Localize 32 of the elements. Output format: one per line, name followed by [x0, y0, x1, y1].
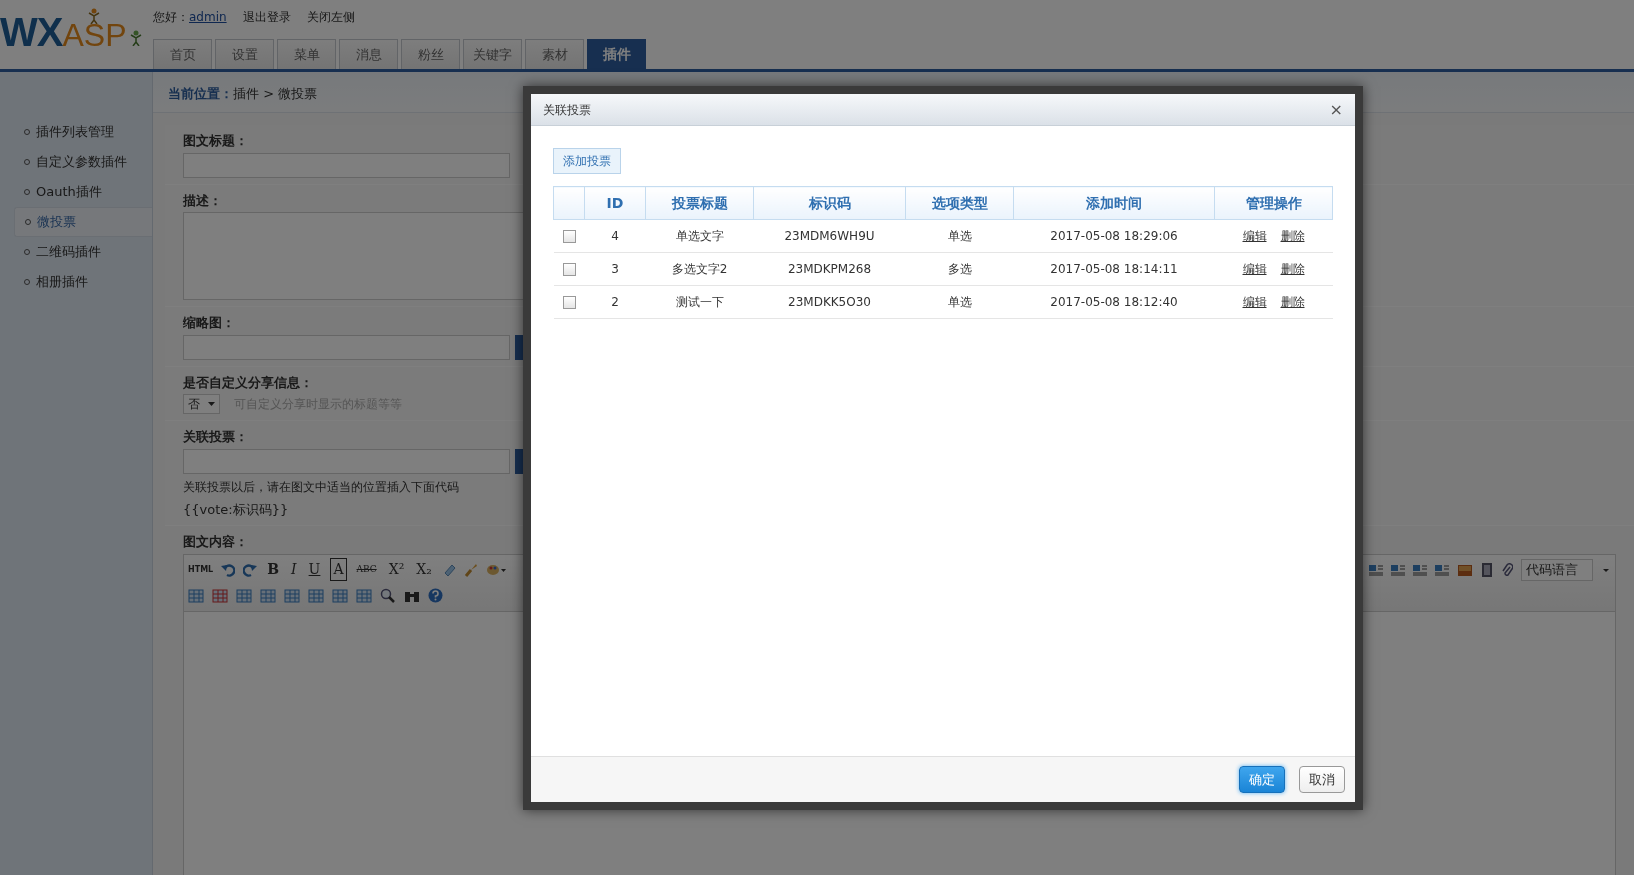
greeting-text: 您好：: [153, 10, 189, 24]
field-label: 缩略图：: [183, 314, 235, 332]
table-cell: 2017-05-08 18:12:40: [1013, 285, 1215, 319]
table-cell: 测试一下: [645, 285, 754, 319]
column-header: ID: [584, 186, 646, 220]
column-header: 添加时间: [1013, 186, 1215, 220]
column-header: 选项类型: [905, 186, 1014, 220]
code-text: {{vote:标识码}}: [183, 500, 290, 519]
help-text: 关联投票以后，请在图文中适当的位置插入下面代码: [183, 478, 460, 496]
table-cell: 2017-05-08 18:14:11: [1013, 252, 1215, 286]
table-cell: 2: [584, 285, 646, 319]
table-cell: 多选: [905, 252, 1014, 286]
table-cell: 23MDKPM268: [753, 252, 906, 286]
table-cell: 3: [584, 252, 646, 286]
field-label: 图文内容：: [183, 533, 248, 551]
table-cell: 单选文字: [645, 219, 754, 253]
table-cell: 4: [584, 219, 646, 253]
field-label: 描述：: [183, 191, 222, 210]
column-header: 标识码: [753, 186, 906, 220]
field-label: 是否自定义分享信息：: [183, 373, 313, 392]
logo-text: WX: [0, 10, 63, 54]
table-cell: 单选: [905, 285, 1014, 319]
table-cell: 2017-05-08 18:29:06: [1013, 219, 1215, 253]
table-cell: 23MDKK5O30: [753, 285, 906, 319]
column-header: 管理操作: [1214, 186, 1333, 220]
field-label: 关联投票：: [183, 428, 248, 446]
logo-text: ASP: [62, 17, 127, 53]
table-cell: 多选文字2: [645, 252, 754, 286]
column-header: 投票标题: [645, 186, 754, 220]
field-label: 图文标题：: [183, 132, 248, 150]
table-cell: 23MDM6WH9U: [753, 219, 906, 253]
table-cell: 单选: [905, 219, 1014, 253]
